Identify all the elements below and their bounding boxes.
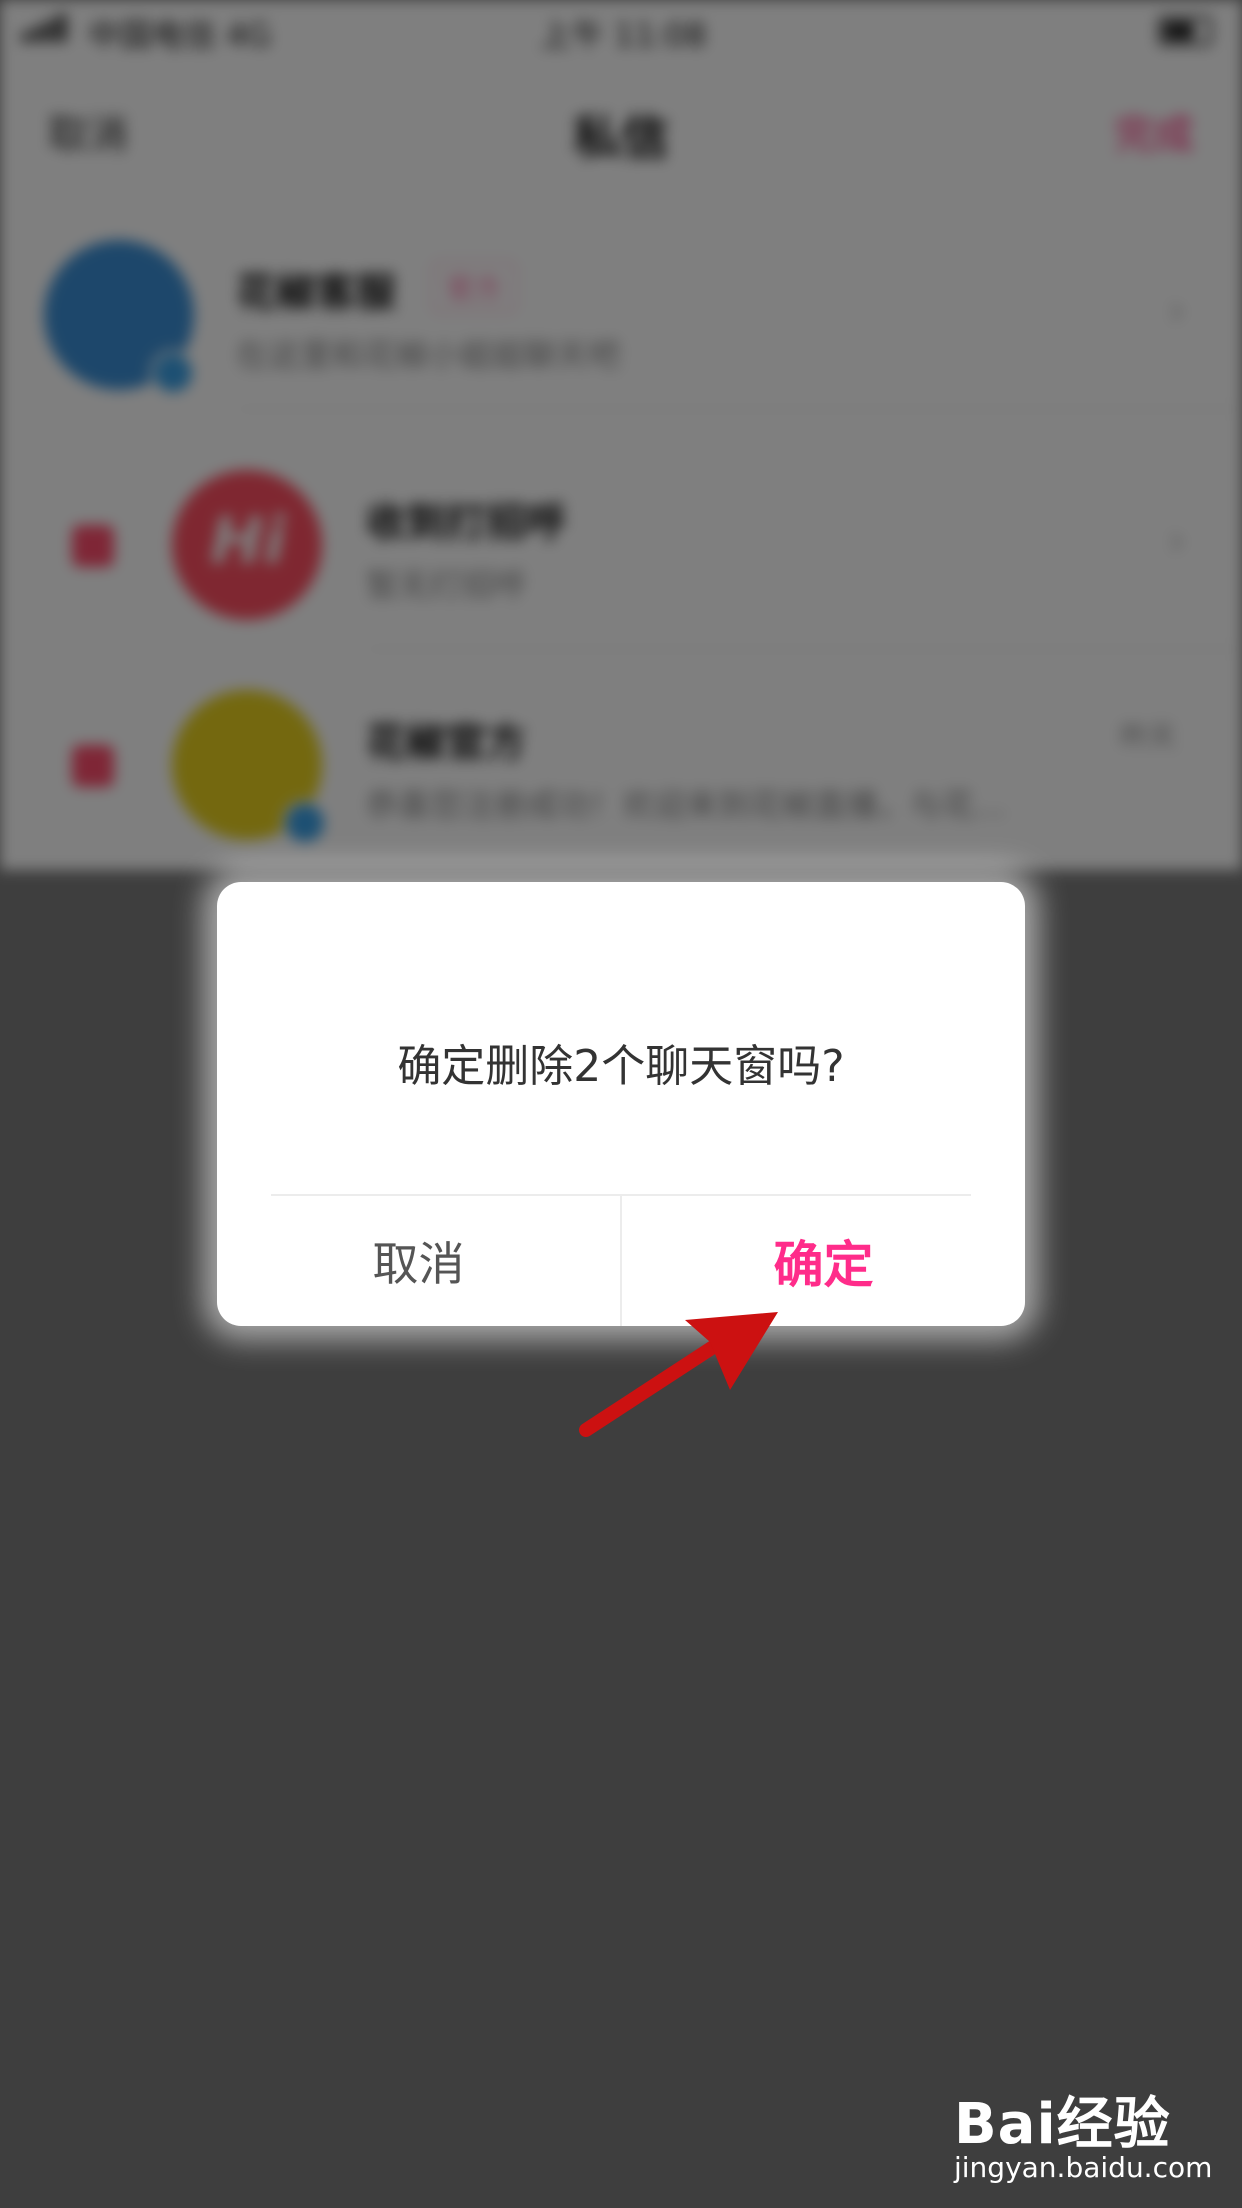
watermark: Bai经验 jingyan.baidu.com — [950, 2075, 1213, 2185]
watermark-logo: Bai经验 — [954, 2092, 1171, 2157]
dialog-message: 确定删除2个聊天窗吗? — [397, 1041, 845, 1092]
annotation-arrow-icon — [579, 1312, 778, 1437]
watermark-url: jingyan.baidu.com — [954, 2151, 1213, 2184]
confirm-dialog: 确定删除2个聊天窗吗? 取消 确定 — [217, 882, 1025, 1326]
